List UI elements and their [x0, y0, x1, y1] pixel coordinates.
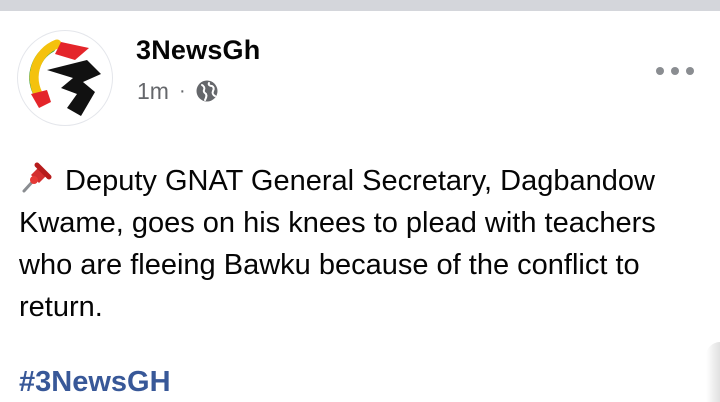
post-body: Deputy GNAT General Secretary, Dagbandow…: [19, 160, 709, 328]
scroll-edge-shadow: [706, 342, 720, 402]
globe-icon[interactable]: [195, 79, 219, 103]
hashtag-link[interactable]: #3NewsGH: [19, 366, 171, 399]
post-card: 3NewsGh 1m · Deputy GNAT General Secreta…: [0, 11, 720, 402]
page-name-link[interactable]: 3NewsGh: [136, 35, 260, 66]
post-body-text: Deputy GNAT General Secretary, Dagbandow…: [19, 165, 656, 323]
pushpin-icon: [19, 161, 53, 195]
post-timestamp[interactable]: 1m: [137, 78, 169, 105]
more-options-button[interactable]: [652, 57, 698, 85]
3news-logo-icon: [29, 39, 101, 116]
more-dot-icon: [686, 67, 694, 75]
more-dot-icon: [656, 67, 664, 75]
feed-divider: [0, 0, 720, 11]
more-dot-icon: [671, 67, 679, 75]
page-avatar[interactable]: [17, 30, 113, 126]
meta-separator: ·: [178, 79, 186, 102]
post-meta: 1m ·: [137, 77, 219, 105]
